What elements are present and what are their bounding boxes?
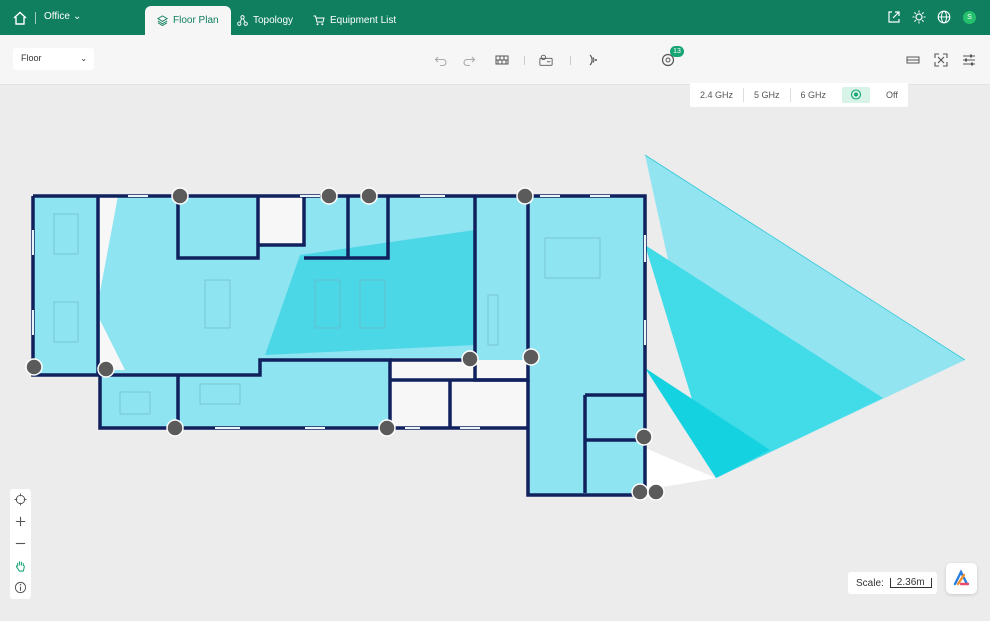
- globe-icon[interactable]: [937, 10, 951, 24]
- floor-select-value: Floor: [21, 53, 42, 63]
- chevron-down-icon: ⌄: [72, 11, 82, 22]
- zoom-out-icon[interactable]: [14, 537, 27, 550]
- zoom-panel: [10, 489, 31, 599]
- layers-icon: [157, 15, 168, 26]
- signal-icon[interactable]: [587, 53, 601, 67]
- fit-screen-icon[interactable]: [934, 53, 948, 67]
- floor-plan: [25, 154, 966, 501]
- tab-floor-plan[interactable]: Floor Plan: [145, 6, 231, 35]
- tab-label: Topology: [253, 15, 294, 26]
- redo-icon[interactable]: [462, 53, 476, 67]
- app-logo-icon: [953, 569, 970, 586]
- scale-value: 2.36m: [889, 578, 932, 588]
- divider: [524, 56, 525, 65]
- scale-label: Scale:: [856, 577, 884, 589]
- device-count-badge: 13: [670, 46, 684, 57]
- top-navigation-bar: Office ⌄ Floor Plan Topology Equipment L…: [0, 0, 990, 35]
- tab-label: Equipment List: [330, 15, 397, 26]
- ruler-icon[interactable]: [906, 53, 920, 67]
- device-place-icon[interactable]: [539, 53, 553, 67]
- zoom-in-icon[interactable]: [14, 515, 27, 528]
- floor-select[interactable]: Floor ⌄: [13, 48, 94, 70]
- home-icon[interactable]: [12, 10, 28, 26]
- tab-label: Floor Plan: [173, 15, 219, 26]
- user-avatar[interactable]: S: [963, 11, 976, 24]
- map-toolbar: Floor ⌄ 2.4 GHz 5 GHz 6 GHz Off: [0, 35, 990, 107]
- undo-icon[interactable]: [434, 53, 448, 67]
- wall-tool-icon[interactable]: [495, 53, 509, 67]
- settings-sliders-icon[interactable]: [962, 53, 976, 67]
- site-selector[interactable]: Office ⌄: [44, 11, 81, 22]
- topology-icon: [237, 15, 248, 26]
- tab-topology[interactable]: Topology: [225, 6, 305, 35]
- sun-icon[interactable]: [912, 10, 926, 24]
- chevron-down-icon: ⌄: [80, 54, 87, 63]
- open-external-icon[interactable]: [887, 10, 901, 24]
- map-scale: Scale: 2.36m: [848, 572, 937, 594]
- hand-pan-icon[interactable]: [14, 559, 27, 572]
- app-logo-button[interactable]: [946, 563, 977, 594]
- locate-icon[interactable]: [14, 493, 27, 506]
- divider: [35, 12, 36, 24]
- site-name: Office: [44, 11, 70, 22]
- info-icon[interactable]: [14, 581, 27, 594]
- divider: [570, 56, 571, 65]
- cart-icon: [313, 15, 325, 26]
- tab-equipment-list[interactable]: Equipment List: [301, 6, 408, 35]
- floor-plan-canvas[interactable]: [0, 86, 990, 621]
